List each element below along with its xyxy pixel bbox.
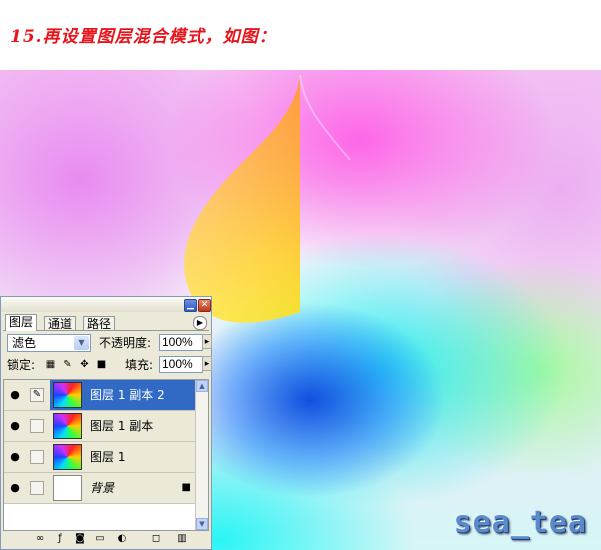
- folder-icon[interactable]: ▭: [93, 532, 107, 546]
- layer-thumbnail: [53, 413, 82, 439]
- palette-bottom-toolbar: ∞ ƒ ◙ ▭ ◐ ◻ ▥: [3, 531, 209, 547]
- layer-list: ● ✎ 图层 1 副本 2 ● 图层 1 副本 ● 图层 1 ● 背景 ■ ▲ …: [3, 379, 209, 531]
- mask-icon[interactable]: ◙: [73, 532, 87, 546]
- lock-row: 锁定: ▦ ✎ ✥ ■ 填充: 100% ▸: [7, 356, 212, 376]
- lock-icon: ■: [181, 482, 191, 493]
- opacity-input[interactable]: 100%: [159, 334, 203, 351]
- palette-menu-button[interactable]: ▶: [193, 316, 207, 330]
- blend-mode-value: 滤色: [12, 336, 37, 350]
- fill-input[interactable]: 100%: [159, 356, 203, 373]
- trash-icon[interactable]: ▥: [175, 532, 189, 546]
- scroll-down-button[interactable]: ▼: [196, 518, 208, 530]
- eye-icon[interactable]: ●: [4, 380, 26, 410]
- eye-icon[interactable]: ●: [4, 411, 26, 441]
- layer-name: 背景: [90, 481, 115, 495]
- layer-thumbnail: [53, 475, 82, 501]
- layer-name: 图层 1 副本: [90, 419, 154, 433]
- fill-label: 填充:: [125, 358, 154, 372]
- blend-mode-select[interactable]: 滤色 ▼: [7, 334, 91, 352]
- tab-channels[interactable]: 通道: [44, 316, 77, 331]
- lock-brush-icon[interactable]: ✎: [62, 359, 73, 370]
- layer-row[interactable]: ● 图层 1 副本: [4, 411, 197, 442]
- eye-icon[interactable]: ●: [4, 442, 26, 472]
- link-box[interactable]: [30, 419, 44, 433]
- scroll-up-button[interactable]: ▲: [196, 380, 208, 392]
- layer-row[interactable]: ● ✎ 图层 1 副本 2: [4, 380, 197, 411]
- brush-icon[interactable]: ✎: [30, 388, 44, 402]
- watermark-text: sea_tea: [453, 505, 587, 540]
- new-layer-icon[interactable]: ◻: [149, 532, 163, 546]
- palette-tabs: 图层 通道 路径 ▶: [3, 314, 209, 331]
- opacity-label: 不透明度:: [99, 336, 152, 350]
- lock-label: 锁定:: [7, 358, 36, 372]
- layer-main: 图层 1 副本: [50, 411, 197, 441]
- tab-paths[interactable]: 路径: [83, 316, 116, 331]
- layer-row[interactable]: ● 图层 1: [4, 442, 197, 473]
- adjustment-layer-icon[interactable]: ◐: [115, 532, 129, 546]
- lock-all-icon[interactable]: ■: [96, 359, 107, 370]
- link-layers-icon[interactable]: ∞: [33, 532, 47, 546]
- layer-main: 图层 1: [50, 442, 197, 472]
- layer-name: 图层 1 副本 2: [90, 388, 165, 402]
- layer-row[interactable]: ● 背景 ■: [4, 473, 197, 504]
- layer-main: 背景 ■: [50, 473, 197, 503]
- eye-icon[interactable]: ●: [4, 473, 26, 503]
- tutorial-caption: 15.再设置图层混合模式，如图：: [10, 27, 277, 47]
- layer-scrollbar[interactable]: ▲ ▼: [195, 380, 208, 530]
- layer-main: 图层 1 副本 2: [50, 380, 197, 410]
- layer-name: 图层 1: [90, 450, 126, 464]
- tab-layers[interactable]: 图层: [5, 314, 38, 331]
- palette-titlebar[interactable]: ▁ ✕: [1, 297, 211, 312]
- layers-palette[interactable]: ▁ ✕ 图层 通道 路径 ▶ 滤色 ▼ 不透明度: 100% ▸ 锁定: ▦ ✎…: [0, 296, 212, 550]
- lock-move-icon[interactable]: ✥: [79, 359, 90, 370]
- link-box[interactable]: [30, 450, 44, 464]
- link-box[interactable]: [30, 481, 44, 495]
- blend-row: 滤色 ▼ 不透明度: 100% ▸: [7, 334, 212, 354]
- layer-thumbnail: [53, 444, 82, 470]
- layer-style-icon[interactable]: ƒ: [53, 532, 67, 546]
- layer-thumbnail: [53, 382, 82, 408]
- fill-slider-button[interactable]: ▸: [202, 356, 212, 371]
- chevron-down-icon[interactable]: ▼: [74, 336, 89, 350]
- lock-transparency-icon[interactable]: ▦: [45, 359, 56, 370]
- minimize-button[interactable]: ▁: [184, 299, 197, 312]
- close-button[interactable]: ✕: [198, 299, 211, 312]
- opacity-slider-button[interactable]: ▸: [202, 334, 212, 349]
